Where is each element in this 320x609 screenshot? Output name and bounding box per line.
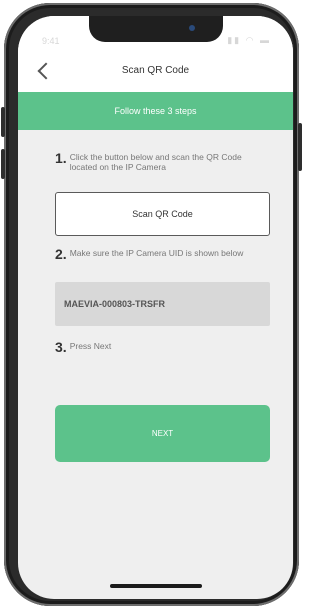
nav-bar: Scan QR Code [18,50,293,92]
notch [89,16,223,42]
steps-banner: Follow these 3 steps [18,92,293,130]
step-text: Make sure the IP Camera UID is shown bel… [69,248,244,258]
page-title: Scan QR Code [121,65,190,76]
next-button[interactable]: NEXT [55,405,270,462]
step-3: 3. Press Next [55,339,275,355]
step-text: Press Next [69,341,112,351]
step-text: Click the button below and scan the QR C… [69,152,242,172]
step-2: 2. Make sure the IP Camera UID is shown b… [55,246,275,262]
step-number: 3. [55,339,67,355]
scan-qr-code-button[interactable]: Scan QR Code [55,192,270,236]
side-button [1,107,5,137]
side-button [1,149,5,179]
phone-frame: 9:41 ▮▮ ◠ ▬ Scan QR Code Follow these 3 … [1,3,302,606]
step-number: 2. [55,246,67,262]
camera-uid-field: MAEVIA-000803-TRSFR [55,282,270,326]
screen: 9:41 ▮▮ ◠ ▬ Scan QR Code Follow these 3 … [18,16,293,599]
status-icons: ▮▮ ◠ ▬ [227,35,271,45]
side-button [298,123,302,171]
home-indicator[interactable] [110,584,202,588]
status-time: 9:41 [42,36,60,46]
step-number: 1. [55,150,67,166]
step-1: 1. Click the button below and scan the QR… [55,150,275,172]
camera-dot [189,25,195,31]
